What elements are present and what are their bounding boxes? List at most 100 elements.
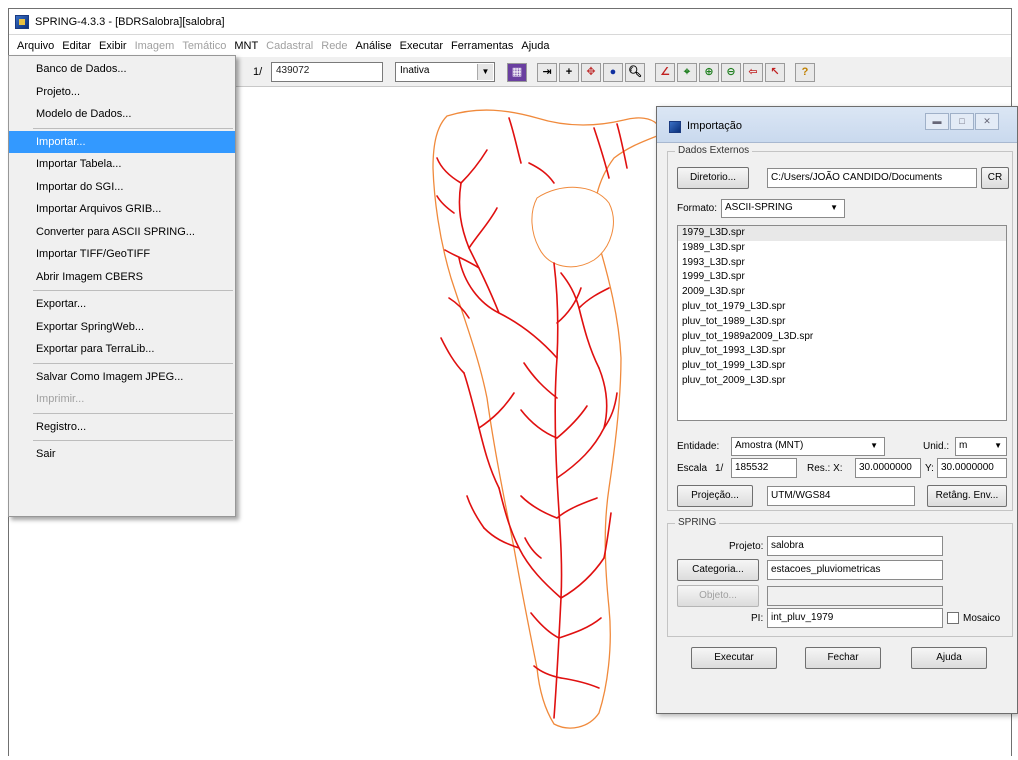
menu-bar: Arquivo Editar Exibir Imagem Temático MN… <box>9 35 1011 57</box>
close-icon[interactable]: ✕ <box>975 113 999 130</box>
file-list-item[interactable]: pluv_tot_1993_L3D.spr <box>678 344 1006 359</box>
file-list-item[interactable]: pluv_tot_1989_L3D.spr <box>678 315 1006 330</box>
scale-label: Escala <box>677 463 708 474</box>
chevron-down-icon: ▼ <box>870 441 878 450</box>
menu-item-banco-de-dados[interactable]: Banco de Dados... <box>9 58 235 81</box>
menu-ajuda[interactable]: Ajuda <box>517 40 553 52</box>
menu-item-exportar-springweb[interactable]: Exportar SpringWeb... <box>9 316 235 339</box>
cr-button[interactable]: CR <box>981 167 1009 189</box>
category-field[interactable]: estacoes_pluviometricas <box>767 560 943 580</box>
info-icon[interactable]: ● <box>603 63 623 82</box>
menu-item-exportar[interactable]: Exportar... <box>9 293 235 316</box>
file-list-item[interactable]: 2009_L3D.spr <box>678 285 1006 300</box>
directory-path-field[interactable]: C:/Users/JOÃO CANDIDO/Documents <box>767 168 977 188</box>
unit-select[interactable]: m ▼ <box>955 437 1007 456</box>
project-field[interactable]: salobra <box>767 536 943 556</box>
resolution-x-field[interactable]: 30.0000000 <box>855 458 921 478</box>
menu-arquivo[interactable]: Arquivo <box>13 40 59 52</box>
menu-item-importar[interactable]: Importar... <box>9 130 235 153</box>
scale-prefix: 1/ <box>715 463 724 474</box>
menu-item-imprimir[interactable]: Imprimir... <box>9 388 235 411</box>
file-list-item[interactable]: pluv_tot_2009_L3D.spr <box>678 374 1006 389</box>
close-button[interactable]: Fechar <box>805 647 881 669</box>
directory-button[interactable]: Diretorio... <box>677 167 749 189</box>
state-select-value: Inativa <box>400 65 430 76</box>
file-list[interactable]: 1979_L3D.spr 1989_L3D.spr 1993_L3D.spr 1… <box>677 225 1007 421</box>
zoom-area-icon[interactable]: ⌖ <box>677 63 697 82</box>
spring-app-icon <box>15 14 29 29</box>
menu-separator <box>33 127 233 129</box>
menu-cadastral[interactable]: Cadastral <box>262 40 317 52</box>
menu-item-sair[interactable]: Sair <box>9 443 235 466</box>
draw-line-icon[interactable]: ∠ <box>655 63 675 82</box>
format-select[interactable]: ASCII-SPRING ▼ <box>721 199 845 218</box>
state-select[interactable]: Inativa ▼ <box>395 62 495 82</box>
resolution-x-label: Res.: X: <box>807 463 843 474</box>
menu-imagem[interactable]: Imagem <box>131 40 179 52</box>
menu-rede[interactable]: Rede <box>317 40 351 52</box>
scale-input[interactable]: 439072 <box>271 62 383 82</box>
zoom-icon[interactable]: 🔍︎ <box>625 63 645 82</box>
menu-item-modelo-de-dados[interactable]: Modelo de Dados... <box>9 103 235 126</box>
object-button[interactable]: Objeto... <box>677 585 759 607</box>
menu-item-exportar-terralib[interactable]: Exportar para TerraLib... <box>9 338 235 361</box>
menu-ferramentas[interactable]: Ferramentas <box>447 40 517 52</box>
file-list-item[interactable]: 1999_L3D.spr <box>678 270 1006 285</box>
mosaic-checkbox[interactable] <box>947 612 959 624</box>
menu-item-converter-ascii[interactable]: Converter para ASCII SPRING... <box>9 221 235 244</box>
menu-item-salvar-jpeg[interactable]: Salvar Como Imagem JPEG... <box>9 366 235 389</box>
category-button[interactable]: Categoria... <box>677 559 759 581</box>
menu-item-projeto[interactable]: Projeto... <box>9 81 235 104</box>
resolution-y-field[interactable]: 30.0000000 <box>937 458 1007 478</box>
back-icon[interactable]: ⇦ <box>743 63 763 82</box>
entity-label: Entidade: <box>677 441 720 452</box>
scale-field[interactable]: 185532 <box>731 458 797 478</box>
help-icon[interactable]: ? <box>795 63 815 82</box>
zoom-out-icon[interactable]: ⊖ <box>721 63 741 82</box>
maximize-icon[interactable]: □ <box>950 113 974 130</box>
menu-separator <box>33 362 233 364</box>
menu-item-registro[interactable]: Registro... <box>9 416 235 439</box>
project-label: Projeto: <box>729 541 764 552</box>
menu-item-importar-tiff[interactable]: Importar TIFF/GeoTIFF <box>9 243 235 266</box>
menu-item-importar-arquivos-grib[interactable]: Importar Arquivos GRIB... <box>9 198 235 221</box>
spring-group-label: SPRING <box>675 517 720 528</box>
menu-analise[interactable]: Análise <box>352 40 396 52</box>
retang-env-button[interactable]: Retâng. Env... <box>927 485 1007 507</box>
import-dialog: Importação ▬ □ ✕ Dados Externos Diretori… <box>656 106 1018 714</box>
file-list-item[interactable]: 1989_L3D.spr <box>678 241 1006 256</box>
projection-field[interactable]: UTM/WGS84 <box>767 486 915 506</box>
projection-button[interactable]: Projeção... <box>677 485 753 507</box>
pi-field[interactable]: int_pluv_1979 <box>767 608 943 628</box>
entity-select-value: Amostra (MNT) <box>735 440 804 451</box>
execute-button[interactable]: Executar <box>691 647 777 669</box>
file-list-item[interactable]: pluv_tot_1979_L3D.spr <box>678 300 1006 315</box>
menu-exibir[interactable]: Exibir <box>95 40 131 52</box>
external-data-group-label: Dados Externos <box>675 145 753 156</box>
file-list-item[interactable]: pluv_tot_1989a2009_L3D.spr <box>678 330 1006 345</box>
menu-mnt[interactable]: MNT <box>230 40 262 52</box>
unit-select-value: m <box>959 440 968 451</box>
zoom-in-icon[interactable]: ⊕ <box>699 63 719 82</box>
menu-tematico[interactable]: Temático <box>178 40 230 52</box>
mosaic-label: Mosaico <box>963 613 1001 624</box>
menu-executar[interactable]: Executar <box>396 40 447 52</box>
dialog-app-icon <box>669 121 681 133</box>
entity-select[interactable]: Amostra (MNT) ▼ <box>731 437 885 456</box>
crosshair-icon[interactable]: + <box>559 63 579 82</box>
object-field[interactable] <box>767 586 943 606</box>
help-button[interactable]: Ajuda <box>911 647 987 669</box>
grid-icon[interactable]: ▦ <box>507 63 527 82</box>
cursor-icon[interactable]: ↖ <box>765 63 785 82</box>
menu-item-abrir-imagem-cbers[interactable]: Abrir Imagem CBERS <box>9 266 235 289</box>
file-list-item[interactable]: pluv_tot_1999_L3D.spr <box>678 359 1006 374</box>
menu-item-importar-tabela[interactable]: Importar Tabela... <box>9 153 235 176</box>
minimize-icon[interactable]: ▬ <box>925 113 949 130</box>
pan-icon[interactable]: ✥ <box>581 63 601 82</box>
arrow-right-bar-icon[interactable]: ⇥ <box>537 63 557 82</box>
menu-separator <box>33 440 233 441</box>
file-list-item[interactable]: 1979_L3D.spr <box>678 226 1006 241</box>
menu-editar[interactable]: Editar <box>58 40 95 52</box>
menu-item-importar-do-sgi[interactable]: Importar do SGI... <box>9 176 235 199</box>
file-list-item[interactable]: 1993_L3D.spr <box>678 256 1006 271</box>
